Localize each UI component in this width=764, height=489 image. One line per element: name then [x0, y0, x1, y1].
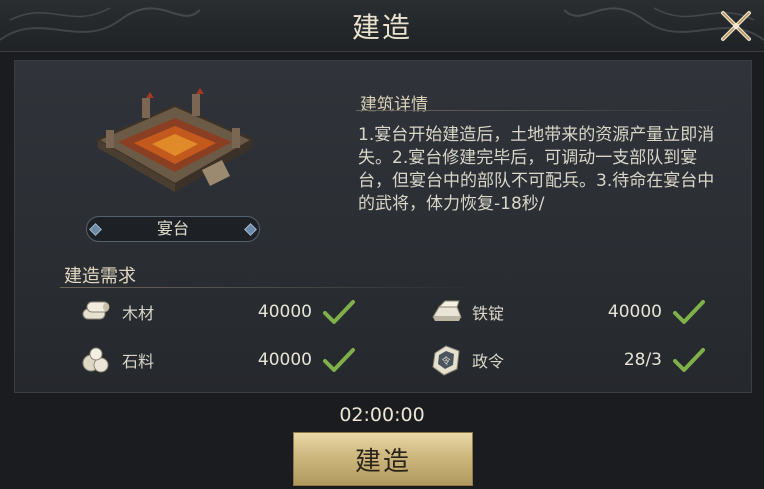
- fortress-icon: [95, 88, 255, 192]
- requirement-name: 木材: [122, 304, 155, 323]
- close-icon: [721, 11, 751, 41]
- building-image: [82, 88, 268, 198]
- decree-icon: 令: [428, 342, 464, 378]
- stone-icon: [78, 342, 114, 378]
- build-button[interactable]: 建造: [293, 432, 473, 486]
- details-title: 建筑详情: [360, 95, 428, 115]
- build-button-label: 建造: [354, 446, 411, 477]
- building-name-plate: 宴台: [86, 216, 260, 242]
- diamond-left-icon: [89, 223, 102, 236]
- requirements-title: 建造需求: [64, 266, 136, 287]
- check-icon: [323, 300, 355, 324]
- requirement-name: 石料: [122, 352, 155, 371]
- title-bar: 建造: [0, 0, 764, 52]
- requirement-wood: 木材 40000: [78, 290, 356, 334]
- diamond-right-icon: [244, 223, 257, 236]
- details-text: 1.宴台开始建造后，土地带来的资源产量立即消失。2.宴台修建完毕后，可调动一支部…: [358, 125, 715, 214]
- build-timer: 02:00:00: [339, 404, 425, 426]
- wood-icon: [78, 294, 114, 330]
- requirement-stone: 石料 40000: [78, 338, 356, 382]
- requirements-divider: [60, 287, 480, 288]
- requirement-name: 铁锭: [472, 304, 505, 323]
- svg-text:令: 令: [441, 355, 450, 367]
- check-icon: [323, 348, 355, 372]
- close-button[interactable]: [716, 6, 756, 46]
- requirement-amount: 40000: [257, 350, 312, 370]
- building-name: 宴台: [156, 219, 189, 238]
- requirement-amount: 40000: [257, 302, 312, 322]
- requirement-amount: 40000: [607, 302, 662, 322]
- requirement-decree: 令 政令 28/3: [428, 338, 706, 382]
- page-title: 建造: [351, 11, 412, 44]
- details-divider: [356, 110, 736, 111]
- check-icon: [673, 300, 705, 324]
- requirement-iron: 铁锭 40000: [428, 290, 706, 334]
- iron-ingot-icon: [428, 294, 464, 330]
- requirement-name: 政令: [472, 352, 505, 371]
- requirement-amount: 28/3: [623, 350, 662, 370]
- check-icon: [673, 348, 705, 372]
